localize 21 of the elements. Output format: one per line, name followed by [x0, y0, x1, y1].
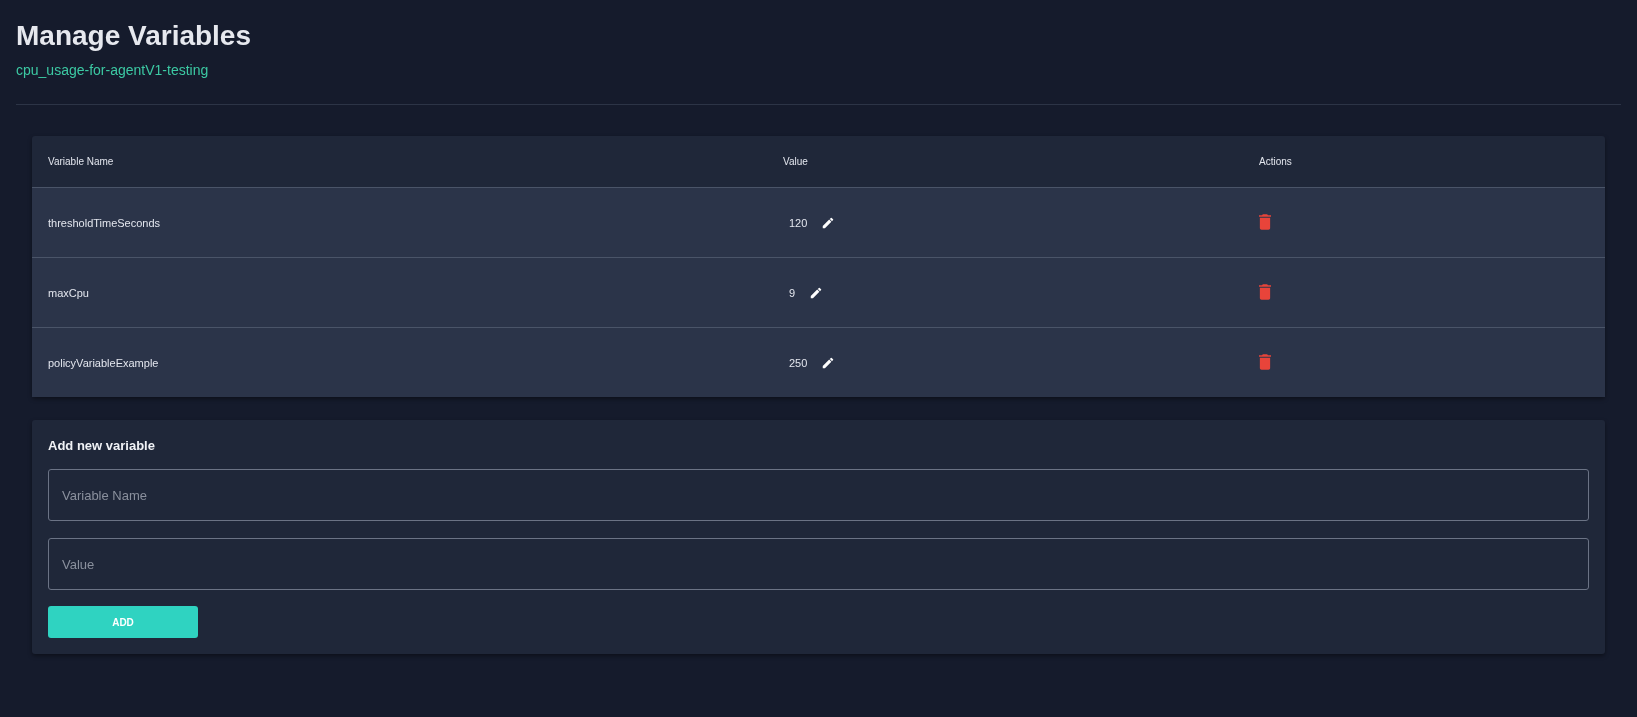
- form-title: Add new variable: [48, 438, 155, 453]
- variable-name: maxCpu: [48, 286, 89, 299]
- variable-value: 250: [789, 356, 808, 369]
- edit-icon[interactable]: [821, 355, 836, 370]
- variable-name: thresholdTimeSeconds: [48, 216, 161, 229]
- page-title: Manage Variables: [16, 20, 251, 52]
- variable-value: 120: [789, 216, 808, 229]
- input-field[interactable]: Variable Name: [48, 469, 1589, 521]
- column-header: Actions: [1259, 156, 1292, 167]
- input-field[interactable]: Value: [48, 538, 1589, 590]
- edit-icon[interactable]: [821, 215, 836, 230]
- trash-icon[interactable]: [1259, 353, 1271, 370]
- page-subtitle: cpu_usage-for-agentV1-testing: [16, 62, 209, 78]
- trash-icon[interactable]: [1259, 283, 1271, 300]
- trash-icon[interactable]: [1259, 213, 1271, 230]
- add-button[interactable]: ADD: [48, 606, 198, 638]
- column-header: Value: [783, 156, 808, 167]
- variable-value: 9: [789, 286, 796, 299]
- column-header: Variable Name: [48, 156, 114, 167]
- edit-icon[interactable]: [809, 285, 824, 300]
- variable-name: policyVariableExample: [48, 356, 159, 369]
